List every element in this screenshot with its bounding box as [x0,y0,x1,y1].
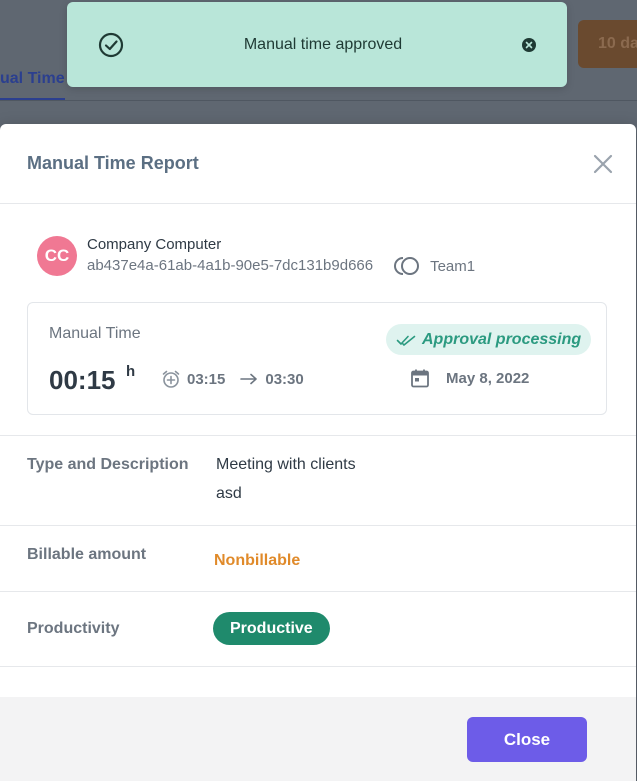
type-description-row: Type and Description Meeting with client… [0,435,636,525]
date-info: May 8, 2022 [410,368,529,388]
duration-value: 00:15 [49,365,116,395]
productivity-row: Productivity Productive [0,591,636,666]
divider [0,100,637,101]
avatar: CC [37,236,77,276]
device-info: CC Company Computer ab437e4a-61ab-4a1b-9… [37,234,617,278]
alarm-clock-icon [162,370,180,388]
productivity-label: Productivity [27,620,120,637]
modal-footer: Close [0,697,636,781]
double-check-icon [396,335,416,346]
type-label: Type and Description [27,456,189,473]
toast-notification: Manual time approved [67,2,567,87]
device-id: ab437e4a-61ab-4a1b-90e5-7dc131b9d666 [87,257,374,274]
close-circle-icon[interactable] [521,37,537,53]
date-range-button[interactable]: 10 da [578,20,637,68]
close-icon[interactable] [592,153,614,175]
status-badge: Approval processing [386,324,592,355]
modal-header: Manual Time Report [0,124,636,204]
divider [0,666,636,667]
manual-time-label: Manual Time [49,325,141,342]
status-text: Approval processing [422,330,582,348]
device-name: Company Computer [87,236,222,253]
start-time: 03:15 [187,370,226,388]
billable-row: Billable amount Nonbillable [0,525,636,591]
toast-message: Manual time approved [243,35,403,53]
billable-value: Nonbillable [214,552,301,569]
billable-label: Billable amount [27,546,147,563]
calendar-icon [411,369,429,388]
time-range: 03:15 03:30 [161,369,304,389]
tab-manual-time[interactable]: ual Time [0,70,65,101]
team-info: Team1 [393,255,475,277]
check-circle-icon [98,32,124,57]
manual-time-report-modal: Manual Time Report CC Company Computer a… [0,124,636,781]
end-time: 03:30 [265,370,304,388]
modal-title: Manual Time Report [27,153,199,173]
description-value: asd [216,485,242,502]
close-button[interactable]: Close [467,717,587,762]
team-icon [394,257,420,275]
time-card: Manual Time 00:15 h 03:15 03:30 Approval… [27,302,607,415]
type-value: Meeting with clients [216,456,356,473]
report-date: May 8, 2022 [446,369,530,387]
team-label: Team1 [430,257,476,275]
arrow-right-icon [240,373,258,385]
duration-unit: h [126,363,136,380]
productivity-badge: Productive [213,612,330,645]
